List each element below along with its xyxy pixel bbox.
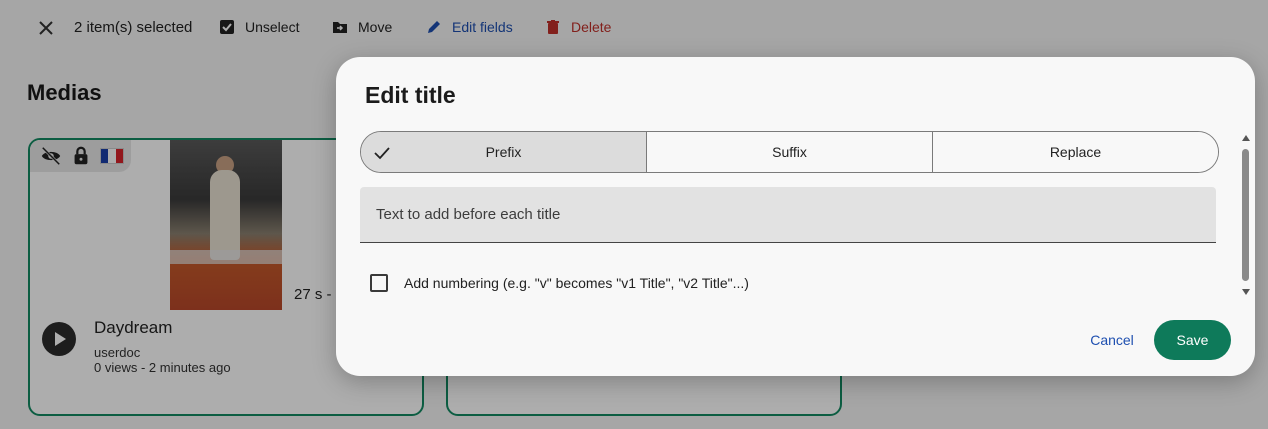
mode-prefix-button[interactable]: Prefix xyxy=(361,132,647,172)
check-icon xyxy=(374,147,390,160)
prefix-text-field xyxy=(360,187,1216,243)
mode-suffix-label: Suffix xyxy=(772,144,807,160)
dialog-title: Edit title xyxy=(365,82,456,108)
mode-segmented-control: Prefix Suffix Replace xyxy=(360,131,1219,173)
scroll-thumb[interactable] xyxy=(1242,149,1249,281)
save-button[interactable]: Save xyxy=(1154,320,1231,360)
mode-replace-label: Replace xyxy=(1049,144,1102,160)
add-numbering-label: Add numbering (e.g. "v" becomes "v1 Titl… xyxy=(404,275,749,291)
prefix-text-input[interactable] xyxy=(360,187,1216,242)
scroll-down-icon[interactable] xyxy=(1242,289,1250,295)
add-numbering-checkbox[interactable] xyxy=(370,274,388,292)
dialog-scrollbar[interactable] xyxy=(1240,135,1250,299)
scroll-up-icon[interactable] xyxy=(1242,135,1250,141)
mode-replace-button[interactable]: Replace xyxy=(933,132,1218,172)
mode-prefix-label: Prefix xyxy=(485,144,522,160)
cancel-button[interactable]: Cancel xyxy=(1080,320,1144,360)
edit-title-dialog: Edit title Prefix Suffix Replace Add num… xyxy=(336,57,1255,376)
add-numbering-option[interactable]: Add numbering (e.g. "v" becomes "v1 Titl… xyxy=(370,274,749,292)
mode-suffix-button[interactable]: Suffix xyxy=(647,132,933,172)
